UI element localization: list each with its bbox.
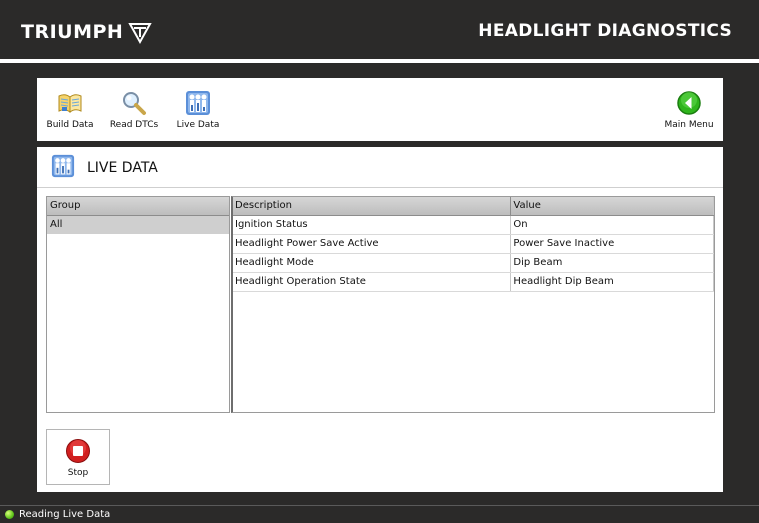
- content-panel: LIVE DATA Group All Description Value Ig…: [37, 147, 723, 492]
- live-data-table[interactable]: Description Value Ignition Status On Hea…: [231, 196, 715, 413]
- live-data-icon: [186, 91, 210, 115]
- description-cell: Headlight Mode: [233, 254, 512, 272]
- status-indicator-icon: [5, 510, 14, 519]
- stop-label: Stop: [67, 468, 89, 478]
- brand: TRIUMPH: [21, 19, 153, 45]
- live-data-label: Live Data: [176, 120, 220, 130]
- value-cell: Dip Beam: [511, 254, 714, 272]
- live-data-button[interactable]: Live Data: [176, 78, 220, 141]
- status-bar: Reading Live Data: [0, 505, 759, 523]
- read-dtcs-button[interactable]: Read DTCs: [109, 78, 159, 141]
- magnifier-icon: [123, 92, 146, 115]
- value-cell: Headlight Dip Beam: [511, 273, 714, 291]
- value-cell: Power Save Inactive: [511, 235, 714, 253]
- read-dtcs-label: Read DTCs: [109, 120, 159, 130]
- value-cell: On: [511, 216, 714, 234]
- table-row[interactable]: Ignition Status On: [233, 216, 714, 235]
- header-divider: [0, 59, 759, 63]
- stop-icon: [66, 439, 90, 463]
- toolbar: Build Data Read DTCs Live Data Main Menu: [37, 78, 723, 141]
- status-text: Reading Live Data: [19, 509, 111, 520]
- stop-button[interactable]: Stop: [46, 429, 110, 485]
- live-data-icon: [51, 154, 75, 178]
- table-row[interactable]: Headlight Power Save Active Power Save I…: [233, 235, 714, 254]
- group-item-all[interactable]: All: [47, 216, 229, 234]
- book-icon: [58, 94, 82, 114]
- section-header: LIVE DATA: [37, 147, 723, 188]
- page-title: HEADLIGHT DIAGNOSTICS: [478, 21, 732, 41]
- main-menu-button[interactable]: Main Menu: [664, 78, 714, 141]
- description-column-header[interactable]: Description: [233, 197, 512, 215]
- app-header: TRIUMPH HEADLIGHT DIAGNOSTICS: [0, 0, 759, 59]
- description-cell: Headlight Power Save Active: [233, 235, 512, 253]
- triumph-logo-icon: [128, 23, 153, 45]
- table-row[interactable]: Headlight Mode Dip Beam: [233, 254, 714, 273]
- build-data-label: Build Data: [46, 120, 94, 130]
- back-arrow-icon: [677, 91, 701, 115]
- value-column-header[interactable]: Value: [511, 197, 714, 215]
- description-cell: Ignition Status: [233, 216, 512, 234]
- group-list[interactable]: Group All: [46, 196, 230, 413]
- description-cell: Headlight Operation State: [233, 273, 512, 291]
- brand-wordmark: TRIUMPH: [21, 21, 124, 43]
- main-menu-label: Main Menu: [664, 120, 714, 130]
- table-header-row: Description Value: [233, 197, 714, 216]
- section-title: LIVE DATA: [87, 160, 158, 176]
- group-column-header[interactable]: Group: [47, 197, 229, 216]
- build-data-button[interactable]: Build Data: [46, 78, 94, 141]
- table-row[interactable]: Headlight Operation State Headlight Dip …: [233, 273, 714, 292]
